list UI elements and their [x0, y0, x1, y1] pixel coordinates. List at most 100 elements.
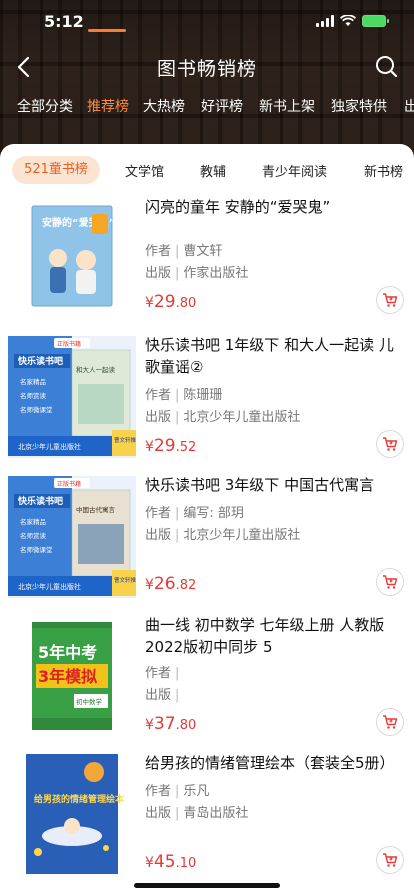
publisher-value: 北京少年儿童出版社: [183, 528, 301, 543]
cover-line: 名师微课堂: [20, 545, 53, 554]
add-to-cart-button[interactable]: [376, 286, 404, 314]
cover-book-title: 和大人一起读: [76, 365, 116, 374]
author-value: 曹文轩: [183, 244, 223, 259]
cover-badge: 正版书籍: [57, 480, 81, 488]
cover-footer: 北京少年儿童出版社: [18, 442, 81, 451]
book-title[interactable]: 快乐读书吧 3年级下 中国古代寓言: [145, 474, 395, 496]
status-icons: [316, 15, 389, 27]
author-label: 作者: [145, 784, 172, 799]
publisher-label: 出版: [145, 528, 172, 543]
subtab-new-books[interactable]: 新书榜: [364, 161, 403, 180]
cover-footer: 北京少年儿童出版社: [18, 582, 81, 591]
author-value: 陈珊珊: [183, 388, 223, 403]
publisher-value: 作家出版社: [183, 266, 249, 281]
sub-tabs: 521童书榜 文学馆 教辅 青少年阅读 新书榜: [0, 154, 414, 188]
book-publisher: 出版 |: [145, 688, 180, 703]
book-cover-image[interactable]: 给男孩的情绪管理绘本: [8, 752, 136, 876]
signal-icon: [316, 15, 334, 27]
cover-subject: 初中数学: [76, 697, 103, 706]
price-currency: ¥: [145, 577, 154, 593]
cart-icon: [383, 437, 398, 451]
price-integer: 29: [153, 292, 176, 312]
add-to-cart-button[interactable]: [376, 708, 404, 736]
cover-line: 名师赏读: [20, 391, 47, 400]
subtab-literature[interactable]: 文学馆: [125, 161, 164, 180]
category-tabs: 全部分类 推荐榜 大热榜 好评榜 新书上架 独家特供 出: [0, 96, 414, 132]
book-publisher: 出版 | 北京少年儿童出版社: [145, 528, 301, 543]
search-icon: [376, 56, 398, 78]
author-label: 作者: [145, 388, 172, 403]
book-publisher: 出版 | 青岛出版社: [145, 806, 249, 821]
cover-bottom: 3年模拟: [38, 667, 97, 686]
book-cover-image[interactable]: 正版书籍 快乐读书吧 名家精品 名师赏读 名师微课堂 中国古代寓言 北京少年儿童…: [8, 474, 136, 598]
cover-line: 名师微课堂: [20, 405, 53, 414]
book-publisher: 出版 | 北京少年儿童出版社: [145, 410, 301, 425]
nav-bar: 图书畅销榜: [0, 44, 414, 90]
author-value: 乐凡: [183, 784, 210, 799]
price-currency: ¥: [145, 295, 154, 311]
cart-icon: [383, 853, 398, 867]
book-title[interactable]: 曲一线 初中数学 七年级上册 人教版 2022版初中同步 5: [145, 614, 395, 658]
book-cover-image[interactable]: 安静的“爱哭鬼”: [8, 196, 136, 320]
cover-title-text: 给男孩的情绪管理绘本: [34, 793, 125, 805]
tab-exclusive[interactable]: 独家特供: [331, 96, 387, 116]
price-decimal: .52: [175, 440, 197, 455]
book-author: 作者 | 陈珊珊: [145, 388, 223, 403]
subtab-youth-reading[interactable]: 青少年阅读: [262, 161, 327, 180]
home-indicator[interactable]: [134, 883, 280, 888]
price-integer: 45: [153, 852, 176, 872]
tab-hot[interactable]: 大热榜: [143, 96, 185, 116]
list-item[interactable]: 安静的“爱哭鬼” 闪亮的童年 安静的“爱哭鬼” 作者 | 曹文轩 出版 | 作家出版社 …: [0, 196, 414, 336]
search-button[interactable]: [372, 52, 402, 82]
price-integer: 26: [153, 574, 176, 594]
active-tab-indicator: [88, 29, 126, 32]
price-decimal: .82: [175, 578, 197, 593]
book-title[interactable]: 给男孩的情绪管理绘本（套装全5册）: [145, 752, 395, 774]
book-title[interactable]: 闪亮的童年 安静的“爱哭鬼”: [145, 196, 395, 218]
price-decimal: .80: [175, 296, 197, 311]
author-role: 编写:: [183, 506, 218, 521]
price-integer: 37: [153, 714, 176, 734]
book-author: 作者 | 曹文轩: [145, 244, 223, 259]
book-author: 作者 | 乐凡: [145, 784, 210, 799]
battery-icon: [362, 15, 389, 27]
cart-icon: [383, 575, 398, 589]
cart-icon: [383, 293, 398, 307]
list-item[interactable]: 给男孩的情绪管理绘本 给男孩的情绪管理绘本（套装全5册） 作者 | 乐凡 出版 | 青岛…: [0, 752, 414, 892]
list-item[interactable]: 正版书籍 快乐读书吧 名家精品 名师赏读 名师微课堂 和大人一起读 北京少年儿童…: [0, 334, 414, 474]
list-item[interactable]: 5年中考 3年模拟 初中数学 曲一线 初中数学 七年级上册 人教版 2022版初…: [0, 614, 414, 754]
book-title[interactable]: 快乐读书吧 1年级下 和大人一起读 儿歌童谣②: [145, 334, 395, 378]
book-price: ¥37.80: [145, 714, 196, 734]
cover-book-title: 中国古代寓言: [76, 505, 116, 514]
book-price: ¥29.52: [145, 436, 196, 456]
tab-all-categories[interactable]: 全部分类: [17, 96, 73, 116]
tab-new-arrivals[interactable]: 新书上架: [259, 96, 315, 116]
price-currency: ¥: [145, 717, 154, 733]
subtab-childrens-books[interactable]: 521童书榜: [12, 156, 100, 184]
list-item[interactable]: 正版书籍 快乐读书吧 名家精品 名师赏读 名师微课堂 中国古代寓言 北京少年儿童…: [0, 474, 414, 614]
status-time: 5:12: [44, 12, 84, 31]
add-to-cart-button[interactable]: [376, 430, 404, 458]
publisher-label: 出版: [145, 806, 172, 821]
tab-recommended[interactable]: 推荐榜: [87, 96, 129, 116]
author-label: 作者: [145, 506, 172, 521]
book-publisher: 出版 | 作家出版社: [145, 266, 249, 281]
price-decimal: .10: [175, 856, 197, 871]
add-to-cart-button[interactable]: [376, 846, 404, 874]
tab-more[interactable]: 出: [404, 96, 414, 116]
add-to-cart-button[interactable]: [376, 568, 404, 596]
book-price: ¥45.10: [145, 852, 196, 872]
subtab-textbooks[interactable]: 教辅: [200, 161, 226, 180]
ranking-panel: 521童书榜 文学馆 教辅 青少年阅读 新书榜 安静的“爱哭鬼” 闪亮的童年 安…: [0, 144, 414, 896]
book-author: 作者 |: [145, 666, 180, 681]
author-label: 作者: [145, 666, 172, 681]
book-cover-image[interactable]: 正版书籍 快乐读书吧 名家精品 名师赏读 名师微课堂 和大人一起读 北京少年儿童…: [8, 334, 136, 458]
book-price: ¥26.82: [145, 574, 196, 594]
book-cover-image[interactable]: 5年中考 3年模拟 初中数学: [8, 614, 136, 738]
price-currency: ¥: [145, 855, 154, 871]
tab-top-rated[interactable]: 好评榜: [201, 96, 243, 116]
wifi-icon: [340, 15, 356, 26]
cover-line: 名家精品: [20, 377, 46, 386]
status-bar: 5:12: [0, 0, 414, 44]
cover-recommend: 曹文轩推荐: [114, 576, 136, 584]
